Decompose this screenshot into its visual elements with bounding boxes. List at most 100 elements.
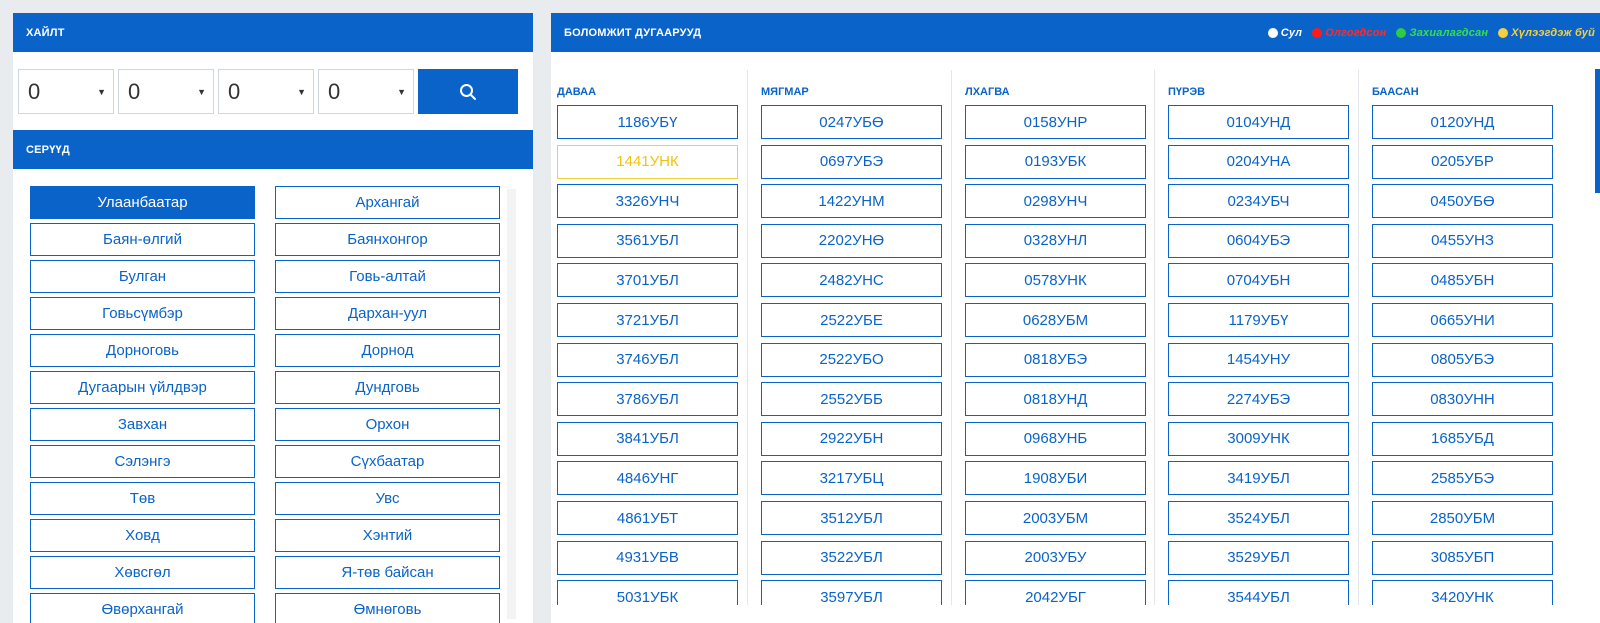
plate-number-button[interactable]: 0298УНЧ xyxy=(965,184,1146,219)
digit-select-1[interactable]: 0 ▼ xyxy=(18,69,114,114)
city-button[interactable]: Дорнод xyxy=(275,334,500,367)
city-button[interactable]: Дугаарын үйлдвэр xyxy=(30,371,255,404)
legend-item: Захиалагдсан xyxy=(1396,27,1488,39)
status-dot-icon xyxy=(1267,27,1278,38)
plate-number-button[interactable]: 0193УБК xyxy=(965,144,1146,179)
plate-number-button[interactable]: 0120УНД xyxy=(1372,105,1553,139)
city-button[interactable]: Завхан xyxy=(30,408,255,441)
digit-select-4[interactable]: 0 ▼ xyxy=(318,69,414,114)
plate-number-button[interactable]: 0805УБЭ xyxy=(1372,342,1553,377)
plate-number-button[interactable]: 3524УБЛ xyxy=(1168,501,1349,535)
plate-number-button[interactable]: 0830УНН xyxy=(1372,382,1553,417)
plate-number-button[interactable]: 0234УБЧ xyxy=(1168,184,1349,219)
status-legend: Сул Олгогдсон Захиалагдсан Хүлээгдэж буй xyxy=(1267,26,1595,39)
city-button[interactable]: Баянхонгор xyxy=(275,223,500,256)
plate-number-button[interactable]: 0818УНД xyxy=(965,382,1146,417)
plate-number-button[interactable]: 3746УБЛ xyxy=(557,342,738,377)
plate-number-button[interactable]: 2522УБЕ xyxy=(761,303,942,337)
plate-number-button[interactable]: 2482УНС xyxy=(761,263,942,298)
plate-number-button[interactable]: 1422УНМ xyxy=(761,184,942,219)
plate-number-button[interactable]: 4861УБТ xyxy=(557,501,738,535)
plate-number-button[interactable]: 2585УБЭ xyxy=(1372,461,1553,496)
plate-number-button[interactable]: 3512УБЛ xyxy=(761,501,942,535)
caret-down-icon: ▼ xyxy=(297,86,306,97)
city-button[interactable]: Баян-өлгий xyxy=(30,223,255,256)
city-button[interactable]: Улаанбаатар xyxy=(30,186,255,219)
plate-number-button[interactable]: 0818УБЭ xyxy=(965,342,1146,377)
plate-number-button[interactable]: 1454УНУ xyxy=(1168,342,1349,377)
city-button[interactable]: Орхон xyxy=(275,408,500,441)
city-button[interactable]: Хэнтий xyxy=(275,519,500,552)
city-button[interactable]: Хөвсгөл xyxy=(30,556,255,589)
plate-number-button[interactable]: 4846УНГ xyxy=(557,461,738,496)
plate-number-button[interactable]: 0697УБЭ xyxy=(761,144,942,179)
plate-number-button[interactable]: 3419УБЛ xyxy=(1168,461,1349,496)
plate-number-button[interactable]: 0704УБН xyxy=(1168,263,1349,298)
city-button[interactable]: Увс xyxy=(275,482,500,515)
city-button[interactable]: Сэлэнгэ xyxy=(30,445,255,478)
plate-number-button[interactable]: 2202УНӨ xyxy=(761,223,942,258)
digit-select-3[interactable]: 0 ▼ xyxy=(218,69,314,114)
plate-number-button[interactable]: 3085УБП xyxy=(1372,540,1553,575)
plate-number-button[interactable]: 0578УНК xyxy=(965,263,1146,298)
status-dot-icon xyxy=(1498,27,1509,38)
plate-number-button[interactable]: 3217УБЦ xyxy=(761,461,942,496)
city-button[interactable]: Сүхбаатар xyxy=(275,445,500,478)
plate-number-button[interactable]: 0968УНБ xyxy=(965,421,1146,456)
city-button[interactable]: Я-төв байсан xyxy=(275,556,500,589)
city-list-scrollbar[interactable] xyxy=(507,189,516,619)
city-button[interactable]: Дорноговь xyxy=(30,334,255,367)
plate-number-button[interactable]: 0205УБР xyxy=(1372,144,1553,179)
plate-number-button[interactable]: 0628УБМ xyxy=(965,303,1146,337)
digit-select-2[interactable]: 0 ▼ xyxy=(118,69,214,114)
digit-select-value: 0 xyxy=(128,78,141,104)
plate-number-button[interactable]: 1685УБД xyxy=(1372,421,1553,456)
plate-number-button[interactable]: 0204УНА xyxy=(1168,144,1349,179)
column-separator xyxy=(1154,70,1155,610)
plate-number-button[interactable]: 0158УНР xyxy=(965,105,1146,139)
plate-number-button[interactable]: 2922УБН xyxy=(761,421,942,456)
plate-number-button[interactable]: 0104УНД xyxy=(1168,105,1349,139)
plate-number-button[interactable]: 3529УБЛ xyxy=(1168,540,1349,575)
plate-number-button[interactable]: 3786УБЛ xyxy=(557,382,738,417)
plate-number-button[interactable]: 4931УБВ xyxy=(557,540,738,575)
city-button[interactable]: Дархан-уул xyxy=(275,297,500,330)
plate-number-button[interactable]: 3841УБЛ xyxy=(557,421,738,456)
plate-number-button[interactable]: 0328УНЛ xyxy=(965,223,1146,258)
numbers-scrollbar[interactable] xyxy=(1595,69,1600,193)
city-button[interactable]: Булган xyxy=(30,260,255,293)
plate-number-button[interactable]: 1179УБҮ xyxy=(1168,303,1349,337)
plate-number-button[interactable]: 3701УБЛ xyxy=(557,263,738,298)
city-button[interactable]: Архангай xyxy=(275,186,500,219)
city-button[interactable]: Өмнөговь xyxy=(275,593,500,623)
city-button[interactable]: Өвөрхангай xyxy=(30,593,255,623)
plate-number-button[interactable]: 0455УНЗ xyxy=(1372,223,1553,258)
plate-number-button[interactable]: 2522УБО xyxy=(761,342,942,377)
city-button[interactable]: Говьсүмбэр xyxy=(30,297,255,330)
city-button[interactable]: Говь-алтай xyxy=(275,260,500,293)
legend-label: Олгогдсон xyxy=(1325,26,1387,39)
plate-number-button[interactable]: 2003УБМ xyxy=(965,501,1146,535)
plate-number-button[interactable]: 0604УБЭ xyxy=(1168,223,1349,258)
plate-number-button[interactable]: 3326УНЧ xyxy=(557,184,738,219)
plate-number-button[interactable]: 0247УБӨ xyxy=(761,105,942,139)
digit-select-value: 0 xyxy=(328,78,341,104)
plate-number-button[interactable]: 1186УБҮ xyxy=(557,105,738,139)
plate-number-button[interactable]: 2274УБЭ xyxy=(1168,382,1349,417)
plate-number-button[interactable]: 3561УБЛ xyxy=(557,223,738,258)
plate-number-button[interactable]: 3522УБЛ xyxy=(761,540,942,575)
plate-number-button[interactable]: 2003УБУ xyxy=(965,540,1146,575)
plate-number-button[interactable]: 0450УБӨ xyxy=(1372,184,1553,219)
city-button[interactable]: Ховд xyxy=(30,519,255,552)
plate-number-button[interactable]: 0485УБН xyxy=(1372,263,1553,298)
plate-number-button[interactable]: 0665УНИ xyxy=(1372,303,1553,337)
plate-number-button[interactable]: 1441УНК xyxy=(557,144,738,179)
plate-number-button[interactable]: 3009УНК xyxy=(1168,421,1349,456)
plate-number-button[interactable]: 2850УБМ xyxy=(1372,501,1553,535)
city-button[interactable]: Дундговь xyxy=(275,371,500,404)
search-button[interactable] xyxy=(418,69,518,114)
city-button[interactable]: Төв xyxy=(30,482,255,515)
plate-number-button[interactable]: 2552УББ xyxy=(761,382,942,417)
plate-number-button[interactable]: 1908УБИ xyxy=(965,461,1146,496)
plate-number-button[interactable]: 3721УБЛ xyxy=(557,303,738,337)
